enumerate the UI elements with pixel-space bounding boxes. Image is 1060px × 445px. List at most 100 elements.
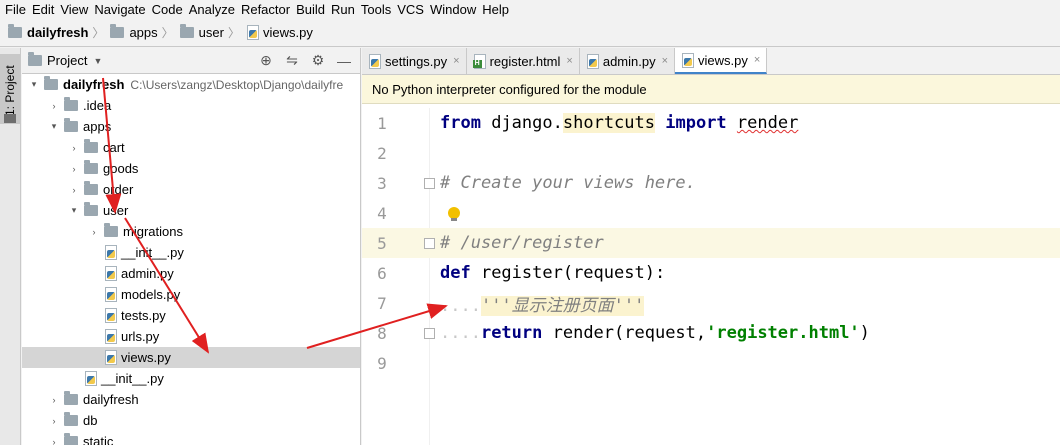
folder-icon xyxy=(84,181,98,195)
close-icon[interactable]: × xyxy=(662,55,668,67)
menu-window[interactable]: Window xyxy=(429,0,481,19)
fold-marker-icon[interactable] xyxy=(424,327,435,339)
comment: # Create your views here. xyxy=(440,173,696,193)
chevron-right-icon[interactable]: › xyxy=(48,101,60,111)
code-line: 3 # Create your views here. xyxy=(362,168,1060,198)
breadcrumb-item-views[interactable]: views.py xyxy=(246,25,313,40)
chevron-right-icon[interactable]: › xyxy=(68,185,80,195)
tree-item[interactable]: › order xyxy=(22,179,360,200)
menu-refactor[interactable]: Refactor xyxy=(240,0,295,19)
chevron-right-icon[interactable]: › xyxy=(88,227,100,237)
close-icon[interactable]: × xyxy=(566,55,572,67)
code-line: 6 def register(request): xyxy=(362,258,1060,288)
minimize-icon[interactable]: — xyxy=(336,53,352,69)
close-icon[interactable]: × xyxy=(754,54,760,66)
editor-tab[interactable]: admin.py × xyxy=(579,48,676,74)
module-name: shortcuts xyxy=(562,113,655,133)
tree-item[interactable]: › .idea xyxy=(22,95,360,116)
tab-label: register.html xyxy=(489,53,561,69)
tree-item[interactable]: tests.py xyxy=(22,305,360,326)
menu-view[interactable]: View xyxy=(59,0,93,19)
menu-bar: File Edit View Navigate Code Analyze Refactor B… xyxy=(0,0,1060,19)
python-file-icon xyxy=(104,266,117,281)
tree-item[interactable]: › goods xyxy=(22,158,360,179)
python-file-icon xyxy=(681,52,695,68)
comment: # /user/register xyxy=(440,233,604,253)
folder-icon xyxy=(110,24,125,38)
chevron-down-icon[interactable]: ▾ xyxy=(28,79,40,90)
tree-item-label: admin.py xyxy=(121,266,174,281)
project-panel: Project ▼ ⊕ ⇋ ⚙ — ▾ dailyfresh C:\Users\za… xyxy=(22,48,361,445)
tree-item-label: tests.py xyxy=(121,308,166,323)
chevron-down-icon[interactable]: ▾ xyxy=(68,205,80,216)
tree-item-label: static xyxy=(83,434,114,445)
python-file-icon xyxy=(104,350,117,365)
menu-analyze[interactable]: Analyze xyxy=(188,0,240,19)
menu-tools[interactable]: Tools xyxy=(360,0,396,19)
menu-edit[interactable]: Edit xyxy=(31,0,59,19)
tree-item-label: goods xyxy=(103,161,139,176)
tree-item[interactable]: › cart xyxy=(22,137,360,158)
folder-icon xyxy=(28,52,42,66)
chevron-right-icon[interactable]: › xyxy=(68,164,80,174)
chevron-right-icon[interactable]: › xyxy=(48,416,60,426)
tree-item-label: urls.py xyxy=(121,329,160,344)
interpreter-notice[interactable]: No Python interpreter configured for the… xyxy=(362,75,1060,104)
breadcrumb-item-user[interactable]: user 〉 xyxy=(179,24,246,41)
menu-navigate[interactable]: Navigate xyxy=(93,0,150,19)
menu-help[interactable]: Help xyxy=(481,0,514,19)
breadcrumb-item-apps[interactable]: apps 〉 xyxy=(110,24,179,41)
chevron-right-icon[interactable]: › xyxy=(68,143,80,153)
code-area[interactable]: 1 from django.shortcuts import render 2 … xyxy=(362,108,1060,445)
tree-item[interactable]: models.py xyxy=(22,284,360,305)
chevron-right-icon[interactable]: › xyxy=(48,395,60,405)
module-name: django xyxy=(491,113,553,133)
tree-item[interactable]: urls.py xyxy=(22,326,360,347)
tree-item[interactable]: admin.py xyxy=(22,263,360,284)
python-file-icon xyxy=(104,287,117,302)
chevron-right-icon[interactable]: › xyxy=(48,437,60,445)
menu-build[interactable]: Build xyxy=(295,0,330,19)
code-text: ....return render(request,'register.html… xyxy=(440,323,870,343)
project-panel-title[interactable]: Project xyxy=(47,53,87,68)
menu-file[interactable]: File xyxy=(4,0,31,19)
keyword: return xyxy=(480,323,543,343)
fold-marker-icon[interactable] xyxy=(424,237,435,249)
indent-guide: .... xyxy=(440,323,481,343)
tree-item[interactable]: › static xyxy=(22,431,360,445)
tree-item[interactable]: ▾ dailyfresh C:\Users\zangz\Desktop\Django… xyxy=(22,74,360,95)
chevron-down-icon[interactable]: ▾ xyxy=(48,121,60,132)
folder-icon xyxy=(84,139,98,153)
breadcrumb-item-dailyfresh[interactable]: dailyfresh 〉 xyxy=(8,24,110,41)
menu-vcs[interactable]: VCS xyxy=(396,0,429,19)
chevron-down-icon[interactable]: ▼ xyxy=(93,56,102,66)
tree-item[interactable]: ▾ apps xyxy=(22,116,360,137)
fold-marker-icon[interactable] xyxy=(424,177,435,189)
close-icon[interactable]: × xyxy=(453,55,459,67)
editor-tab[interactable]: register.html × xyxy=(466,48,580,74)
folder-icon xyxy=(104,223,118,237)
breadcrumb-label: user xyxy=(198,25,224,40)
tree-item[interactable]: views.py xyxy=(22,347,360,368)
tree-item[interactable]: › db xyxy=(22,410,360,431)
tree-item[interactable]: › migrations xyxy=(22,221,360,242)
python-file-icon xyxy=(104,245,117,260)
tree-item[interactable]: __init__.py xyxy=(22,368,360,389)
tree-item[interactable]: __init__.py xyxy=(22,242,360,263)
code-text: from django.shortcuts import render xyxy=(440,113,798,133)
lightbulb-icon[interactable] xyxy=(448,207,460,221)
menu-code[interactable]: Code xyxy=(151,0,188,19)
dot: . xyxy=(552,113,563,133)
collapse-all-icon[interactable]: ⇋ xyxy=(284,52,300,69)
menu-run[interactable]: Run xyxy=(330,0,360,19)
locate-icon[interactable]: ⊕ xyxy=(258,52,274,69)
tree-item[interactable]: ▾ user xyxy=(22,200,360,221)
editor-tab[interactable]: views.py × xyxy=(675,48,768,74)
code-line: 4 xyxy=(362,198,1060,228)
editor-tab[interactable]: settings.py × xyxy=(362,48,467,74)
gear-icon[interactable]: ⚙ xyxy=(310,52,326,69)
editor-tab-bar: settings.py×register.html×admin.py×views… xyxy=(362,48,1060,75)
tree-item[interactable]: › dailyfresh xyxy=(22,389,360,410)
breadcrumb-label: apps xyxy=(129,25,158,40)
tree-item-label: db xyxy=(83,413,98,428)
